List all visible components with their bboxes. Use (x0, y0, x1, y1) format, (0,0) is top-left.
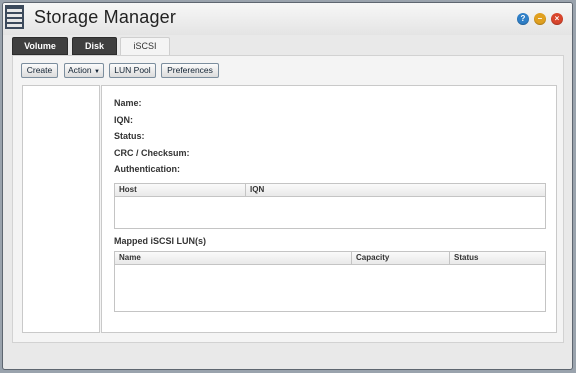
target-details-panel: Name: IQN: Status: CRC / Checksum: Authe… (101, 85, 557, 333)
column-header-host[interactable]: Host (115, 184, 245, 196)
create-button[interactable]: Create (21, 63, 58, 78)
crc-checksum-label: CRC / Checksum: (114, 148, 190, 158)
column-header-capacity[interactable]: Capacity (351, 252, 449, 264)
mapped-luns-table[interactable]: Name Capacity Status (114, 251, 546, 312)
hosts-table[interactable]: Host IQN (114, 183, 546, 229)
storage-app-icon (5, 5, 24, 29)
mapped-luns-title: Mapped iSCSI LUN(s) (114, 236, 207, 246)
status-label: Status: (114, 131, 145, 141)
lun-pool-button[interactable]: LUN Pool (109, 63, 156, 78)
close-icon[interactable]: × (551, 13, 563, 25)
iqn-label: IQN: (114, 115, 133, 125)
mapped-luns-table-header: Name Capacity Status (115, 252, 545, 265)
minimize-icon[interactable]: – (534, 13, 546, 25)
window-title: Storage Manager (34, 7, 177, 27)
title-bar: Storage Manager ? – × (3, 3, 572, 35)
hosts-table-header: Host IQN (115, 184, 545, 197)
caret-down-icon: ▼ (94, 69, 100, 75)
target-list-panel[interactable] (22, 85, 100, 333)
column-header-iqn[interactable]: IQN (245, 184, 545, 196)
name-label: Name: (114, 98, 142, 108)
help-icon[interactable]: ? (517, 13, 529, 25)
preferences-button[interactable]: Preferences (161, 63, 219, 78)
action-label: Action (68, 65, 92, 75)
iscsi-content: Create Action ▼ LUN Pool Preferences Nam… (12, 55, 564, 343)
action-button[interactable]: Action ▼ (64, 63, 104, 78)
tab-iscsi[interactable]: iSCSI (120, 37, 170, 56)
tab-disk[interactable]: Disk (72, 37, 117, 55)
column-header-status[interactable]: Status (449, 252, 545, 264)
column-header-name[interactable]: Name (115, 252, 351, 264)
tab-volume[interactable]: Volume (12, 37, 68, 55)
storage-manager-window: Storage Manager ? – × Volume Disk iSCSI … (2, 2, 573, 370)
authentication-label: Authentication: (114, 164, 180, 174)
